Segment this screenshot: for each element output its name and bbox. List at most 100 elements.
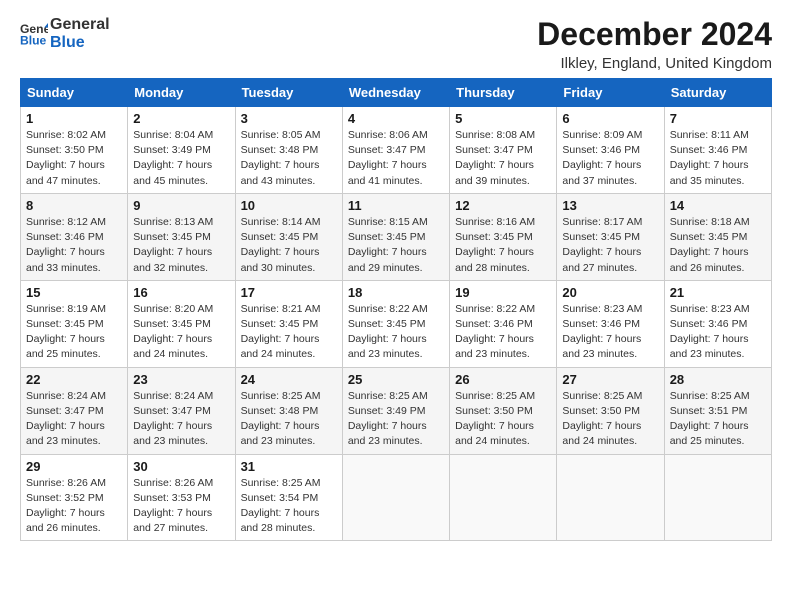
logo-blue-text: Blue bbox=[50, 34, 110, 52]
day-number: 8 bbox=[26, 198, 122, 213]
day-info: Sunrise: 8:14 AMSunset: 3:45 PMDaylight:… bbox=[241, 215, 337, 276]
day-number: 31 bbox=[241, 459, 337, 474]
calendar-header-tuesday: Tuesday bbox=[235, 79, 342, 107]
table-row: 2 Sunrise: 8:04 AMSunset: 3:49 PMDayligh… bbox=[128, 107, 235, 194]
table-row: 4 Sunrise: 8:06 AMSunset: 3:47 PMDayligh… bbox=[342, 107, 449, 194]
day-number: 18 bbox=[348, 285, 444, 300]
logo-general-text: General bbox=[50, 16, 110, 34]
day-info: Sunrise: 8:16 AMSunset: 3:45 PMDaylight:… bbox=[455, 215, 551, 276]
day-number: 23 bbox=[133, 372, 229, 387]
day-info: Sunrise: 8:25 AMSunset: 3:54 PMDaylight:… bbox=[241, 476, 337, 537]
day-info: Sunrise: 8:21 AMSunset: 3:45 PMDaylight:… bbox=[241, 302, 337, 363]
table-row: 25 Sunrise: 8:25 AMSunset: 3:49 PMDaylig… bbox=[342, 367, 449, 454]
table-row: 14 Sunrise: 8:18 AMSunset: 3:45 PMDaylig… bbox=[664, 193, 771, 280]
day-info: Sunrise: 8:22 AMSunset: 3:45 PMDaylight:… bbox=[348, 302, 444, 363]
day-info: Sunrise: 8:17 AMSunset: 3:45 PMDaylight:… bbox=[562, 215, 658, 276]
calendar-header-saturday: Saturday bbox=[664, 79, 771, 107]
header: General Blue General Blue December 2024 … bbox=[20, 16, 772, 72]
table-row: 17 Sunrise: 8:21 AMSunset: 3:45 PMDaylig… bbox=[235, 280, 342, 367]
day-number: 2 bbox=[133, 111, 229, 126]
day-number: 14 bbox=[670, 198, 766, 213]
table-row: 1 Sunrise: 8:02 AMSunset: 3:50 PMDayligh… bbox=[21, 107, 128, 194]
table-row: 27 Sunrise: 8:25 AMSunset: 3:50 PMDaylig… bbox=[557, 367, 664, 454]
day-number: 12 bbox=[455, 198, 551, 213]
table-row: 15 Sunrise: 8:19 AMSunset: 3:45 PMDaylig… bbox=[21, 280, 128, 367]
day-number: 4 bbox=[348, 111, 444, 126]
table-row: 30 Sunrise: 8:26 AMSunset: 3:53 PMDaylig… bbox=[128, 454, 235, 541]
day-info: Sunrise: 8:26 AMSunset: 3:52 PMDaylight:… bbox=[26, 476, 122, 537]
table-row: 24 Sunrise: 8:25 AMSunset: 3:48 PMDaylig… bbox=[235, 367, 342, 454]
day-info: Sunrise: 8:08 AMSunset: 3:47 PMDaylight:… bbox=[455, 128, 551, 189]
calendar-header-wednesday: Wednesday bbox=[342, 79, 449, 107]
day-info: Sunrise: 8:06 AMSunset: 3:47 PMDaylight:… bbox=[348, 128, 444, 189]
day-info: Sunrise: 8:23 AMSunset: 3:46 PMDaylight:… bbox=[670, 302, 766, 363]
day-info: Sunrise: 8:20 AMSunset: 3:45 PMDaylight:… bbox=[133, 302, 229, 363]
day-info: Sunrise: 8:09 AMSunset: 3:46 PMDaylight:… bbox=[562, 128, 658, 189]
day-info: Sunrise: 8:25 AMSunset: 3:48 PMDaylight:… bbox=[241, 389, 337, 450]
day-info: Sunrise: 8:25 AMSunset: 3:51 PMDaylight:… bbox=[670, 389, 766, 450]
table-row: 11 Sunrise: 8:15 AMSunset: 3:45 PMDaylig… bbox=[342, 193, 449, 280]
day-number: 26 bbox=[455, 372, 551, 387]
table-row: 22 Sunrise: 8:24 AMSunset: 3:47 PMDaylig… bbox=[21, 367, 128, 454]
day-number: 17 bbox=[241, 285, 337, 300]
day-number: 29 bbox=[26, 459, 122, 474]
table-row: 10 Sunrise: 8:14 AMSunset: 3:45 PMDaylig… bbox=[235, 193, 342, 280]
table-row: 26 Sunrise: 8:25 AMSunset: 3:50 PMDaylig… bbox=[450, 367, 557, 454]
table-row bbox=[557, 454, 664, 541]
title-block: December 2024 Ilkley, England, United Ki… bbox=[537, 16, 772, 72]
table-row bbox=[664, 454, 771, 541]
table-row bbox=[450, 454, 557, 541]
day-info: Sunrise: 8:11 AMSunset: 3:46 PMDaylight:… bbox=[670, 128, 766, 189]
day-info: Sunrise: 8:25 AMSunset: 3:50 PMDaylight:… bbox=[455, 389, 551, 450]
table-row: 23 Sunrise: 8:24 AMSunset: 3:47 PMDaylig… bbox=[128, 367, 235, 454]
svg-text:Blue: Blue bbox=[20, 33, 47, 47]
day-number: 9 bbox=[133, 198, 229, 213]
day-info: Sunrise: 8:04 AMSunset: 3:49 PMDaylight:… bbox=[133, 128, 229, 189]
table-row: 7 Sunrise: 8:11 AMSunset: 3:46 PMDayligh… bbox=[664, 107, 771, 194]
day-number: 27 bbox=[562, 372, 658, 387]
day-number: 6 bbox=[562, 111, 658, 126]
day-info: Sunrise: 8:24 AMSunset: 3:47 PMDaylight:… bbox=[26, 389, 122, 450]
day-number: 25 bbox=[348, 372, 444, 387]
table-row: 8 Sunrise: 8:12 AMSunset: 3:46 PMDayligh… bbox=[21, 193, 128, 280]
day-info: Sunrise: 8:26 AMSunset: 3:53 PMDaylight:… bbox=[133, 476, 229, 537]
logo-text: General Blue bbox=[50, 16, 110, 51]
day-info: Sunrise: 8:25 AMSunset: 3:49 PMDaylight:… bbox=[348, 389, 444, 450]
table-row: 16 Sunrise: 8:20 AMSunset: 3:45 PMDaylig… bbox=[128, 280, 235, 367]
day-number: 11 bbox=[348, 198, 444, 213]
calendar-header-monday: Monday bbox=[128, 79, 235, 107]
calendar-header-sunday: Sunday bbox=[21, 79, 128, 107]
table-row: 19 Sunrise: 8:22 AMSunset: 3:46 PMDaylig… bbox=[450, 280, 557, 367]
table-row: 21 Sunrise: 8:23 AMSunset: 3:46 PMDaylig… bbox=[664, 280, 771, 367]
table-row: 12 Sunrise: 8:16 AMSunset: 3:45 PMDaylig… bbox=[450, 193, 557, 280]
day-info: Sunrise: 8:18 AMSunset: 3:45 PMDaylight:… bbox=[670, 215, 766, 276]
day-number: 16 bbox=[133, 285, 229, 300]
table-row: 28 Sunrise: 8:25 AMSunset: 3:51 PMDaylig… bbox=[664, 367, 771, 454]
table-row: 18 Sunrise: 8:22 AMSunset: 3:45 PMDaylig… bbox=[342, 280, 449, 367]
day-info: Sunrise: 8:12 AMSunset: 3:46 PMDaylight:… bbox=[26, 215, 122, 276]
calendar-header-friday: Friday bbox=[557, 79, 664, 107]
day-number: 7 bbox=[670, 111, 766, 126]
day-number: 3 bbox=[241, 111, 337, 126]
day-number: 20 bbox=[562, 285, 658, 300]
day-number: 22 bbox=[26, 372, 122, 387]
day-number: 19 bbox=[455, 285, 551, 300]
day-info: Sunrise: 8:02 AMSunset: 3:50 PMDaylight:… bbox=[26, 128, 122, 189]
day-info: Sunrise: 8:25 AMSunset: 3:50 PMDaylight:… bbox=[562, 389, 658, 450]
calendar: SundayMondayTuesdayWednesdayThursdayFrid… bbox=[20, 78, 772, 541]
table-row: 29 Sunrise: 8:26 AMSunset: 3:52 PMDaylig… bbox=[21, 454, 128, 541]
day-number: 15 bbox=[26, 285, 122, 300]
day-info: Sunrise: 8:13 AMSunset: 3:45 PMDaylight:… bbox=[133, 215, 229, 276]
main-title: December 2024 bbox=[537, 16, 772, 53]
table-row: 6 Sunrise: 8:09 AMSunset: 3:46 PMDayligh… bbox=[557, 107, 664, 194]
table-row: 3 Sunrise: 8:05 AMSunset: 3:48 PMDayligh… bbox=[235, 107, 342, 194]
day-info: Sunrise: 8:23 AMSunset: 3:46 PMDaylight:… bbox=[562, 302, 658, 363]
day-number: 24 bbox=[241, 372, 337, 387]
day-number: 30 bbox=[133, 459, 229, 474]
day-number: 5 bbox=[455, 111, 551, 126]
day-number: 13 bbox=[562, 198, 658, 213]
table-row: 31 Sunrise: 8:25 AMSunset: 3:54 PMDaylig… bbox=[235, 454, 342, 541]
day-info: Sunrise: 8:24 AMSunset: 3:47 PMDaylight:… bbox=[133, 389, 229, 450]
calendar-header-thursday: Thursday bbox=[450, 79, 557, 107]
table-row bbox=[342, 454, 449, 541]
